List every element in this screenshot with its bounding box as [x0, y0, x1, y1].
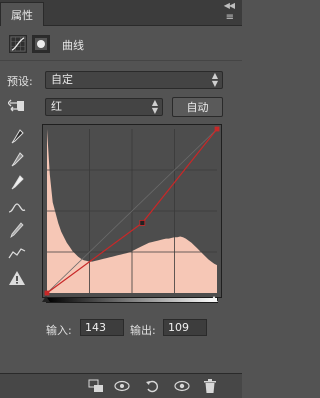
curves-adjustment-icon[interactable]: [9, 35, 27, 53]
target-adjust-hand-icon[interactable]: [6, 96, 28, 116]
white-point-slider-handle[interactable]: [210, 296, 218, 302]
toggle-visibility-icon[interactable]: [172, 377, 192, 395]
tab-properties[interactable]: 属性: [0, 2, 44, 26]
black-point-slider-handle[interactable]: [42, 296, 50, 302]
output-label: 输出:: [130, 324, 156, 337]
edit-points-curve-icon[interactable]: [6, 198, 28, 218]
output-value-field[interactable]: 109: [163, 319, 207, 336]
input-levels-slider[interactable]: [46, 297, 218, 303]
panel-tab-strip: 属性 ◀◀ ≡: [0, 0, 242, 26]
curves-graph[interactable]: [42, 124, 222, 298]
black-point-eyedropper-icon[interactable]: [6, 127, 28, 147]
channel-value: 红: [51, 100, 62, 113]
collapse-panel-icon[interactable]: ◀◀: [224, 1, 235, 10]
channel-dropdown[interactable]: 红 ▲ ▼: [45, 98, 163, 116]
dropdown-arrows-icon: ▲ ▼: [151, 98, 158, 115]
input-value-field[interactable]: 143: [80, 319, 124, 336]
control-point: [44, 290, 50, 296]
curve-canvas[interactable]: [43, 125, 221, 297]
input-label: 输入:: [46, 324, 72, 337]
preset-value: 自定: [51, 73, 73, 86]
gray-point-eyedropper-icon[interactable]: [6, 150, 28, 170]
clip-to-layer-icon[interactable]: [86, 377, 106, 395]
white-point-eyedropper-icon[interactable]: [6, 173, 28, 193]
preset-label: 预设:: [7, 75, 33, 88]
panel-title: 曲线: [62, 39, 84, 52]
layer-mask-icon[interactable]: [32, 35, 50, 53]
smooth-curve-icon[interactable]: [6, 243, 28, 263]
dropdown-arrows-icon: ▲ ▼: [211, 71, 218, 88]
auto-button[interactable]: 自动: [172, 97, 223, 117]
reset-adjustment-icon[interactable]: [142, 377, 162, 395]
control-point: [214, 126, 220, 132]
adjustment-header: 曲线: [0, 27, 242, 61]
delete-adjustment-icon[interactable]: [200, 377, 220, 395]
preset-dropdown[interactable]: 自定 ▲ ▼: [45, 71, 223, 89]
selected-control-point: [139, 219, 146, 226]
pencil-draw-icon[interactable]: [6, 220, 28, 240]
panel-footer: [0, 373, 242, 398]
view-previous-state-icon[interactable]: [112, 377, 132, 395]
clipping-warning-icon[interactable]: [6, 268, 28, 288]
panel-menu-icon[interactable]: ≡: [226, 12, 234, 23]
